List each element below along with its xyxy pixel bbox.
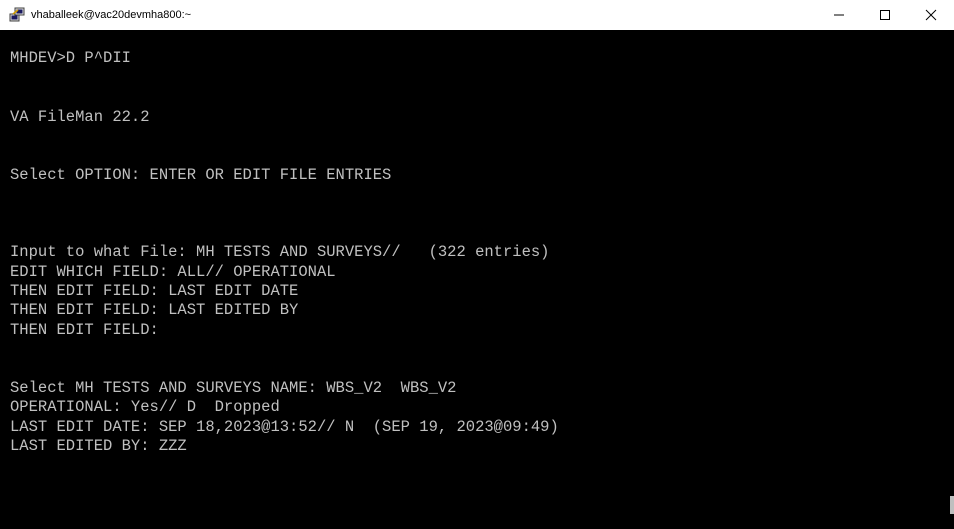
- maximize-icon: [880, 10, 890, 20]
- terminal-line: Select MH TESTS AND SURVEYS NAME: WBS_V2…: [10, 379, 457, 398]
- terminal-output[interactable]: MHDEV>D P^DII VA FileMan 22.2 Select OPT…: [0, 30, 954, 529]
- terminal-line: Input to what File: MH TESTS AND SURVEYS…: [10, 243, 550, 262]
- terminal-line: Select OPTION: ENTER OR EDIT FILE ENTRIE…: [10, 165, 392, 184]
- terminal-line: MHDEV>D P^DII: [10, 49, 131, 68]
- terminal-line: LAST EDIT DATE: SEP 18,2023@13:52// N (S…: [10, 417, 559, 436]
- maximize-button[interactable]: [862, 0, 908, 30]
- terminal-line: THEN EDIT FIELD:: [10, 320, 159, 339]
- terminal-line: EDIT WHICH FIELD: ALL// OPERATIONAL: [10, 262, 336, 281]
- minimize-icon: [834, 14, 844, 16]
- terminal-line: OPERATIONAL: Yes// D Dropped: [10, 398, 280, 417]
- close-button[interactable]: [908, 0, 954, 30]
- terminal-line: THEN EDIT FIELD: LAST EDIT DATE: [10, 282, 299, 301]
- window-title: vhaballeek@vac20devmha800:~: [31, 9, 192, 21]
- minimize-button[interactable]: [816, 0, 862, 30]
- terminal-window: vhaballeek@vac20devmha800:~ MHDEV>D P^DI…: [0, 0, 954, 529]
- terminal-line: THEN EDIT FIELD: LAST EDITED BY: [10, 301, 299, 320]
- title-bar[interactable]: vhaballeek@vac20devmha800:~: [0, 0, 954, 30]
- putty-terminal-icon[interactable]: [9, 7, 25, 23]
- close-icon: [925, 9, 937, 21]
- terminal-line: LAST EDITED BY: ZZZ: [10, 437, 187, 456]
- terminal-line: VA FileMan 22.2: [10, 107, 150, 126]
- window-controls: [816, 0, 954, 30]
- scrollbar-thumb[interactable]: [950, 496, 954, 514]
